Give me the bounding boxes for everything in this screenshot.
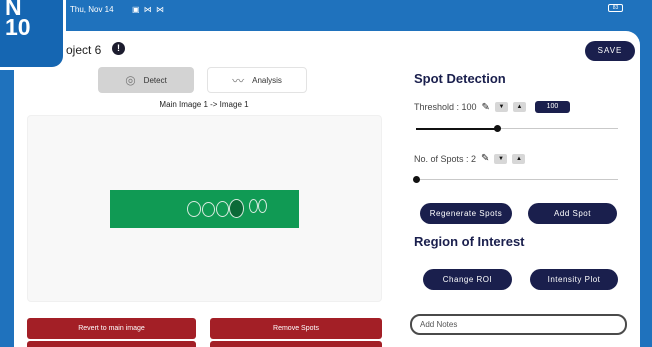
increment-button[interactable]: ▲ <box>512 102 526 112</box>
spot-marker[interactable] <box>187 201 201 217</box>
status-bar: Thu, Nov 14 ▣ ⋈ ⋈ 83 <box>0 0 652 30</box>
battery-icon: 83 <box>608 4 623 12</box>
threshold-row: Threshold : 100 ✎ ▼ ▲ 100 <box>414 101 570 113</box>
spot-marker[interactable] <box>216 201 229 217</box>
decrement-button[interactable]: ▼ <box>494 153 508 164</box>
app-screen: roject 6 ! SAVE ◎ Detect 〰 Analysis Main… <box>14 31 640 347</box>
chart-line-icon: 〰 <box>232 73 245 88</box>
threshold-slider[interactable] <box>416 125 618 132</box>
spots-row: No. of Spots : 2 ✎ ▼ ▲ <box>414 153 526 164</box>
change-roi-button[interactable]: Change ROI <box>423 269 512 290</box>
threshold-slider-fill <box>416 128 497 130</box>
badge: N 10 <box>0 0 66 70</box>
pencil-icon[interactable]: ✎ <box>482 102 490 113</box>
revert-button[interactable]: Revert to main image <box>27 318 196 339</box>
notes-input[interactable]: Add Notes <box>410 314 627 335</box>
spots-slider[interactable] <box>413 176 618 183</box>
strip-image <box>110 190 299 228</box>
badge-line-2: 10 <box>5 14 31 40</box>
image-viewer[interactable] <box>27 115 382 302</box>
spots-label: No. of Spots : 2 <box>414 153 477 164</box>
add-spot-button[interactable]: Add Spot <box>528 203 617 224</box>
threshold-label: Threshold : 100 <box>414 102 477 112</box>
lower-button-right[interactable] <box>210 341 382 347</box>
status-date: Thu, Nov 14 <box>70 5 114 14</box>
right-panel: Spot Detection Threshold : 100 ✎ ▼ ▲ 100… <box>400 31 640 347</box>
spot-marker[interactable] <box>202 202 215 217</box>
increment-button[interactable]: ▲ <box>512 153 526 164</box>
tab-analysis-label: Analysis <box>252 75 282 85</box>
tab-detect[interactable]: ◎ Detect <box>98 67 194 93</box>
decrement-button[interactable]: ▼ <box>494 102 508 112</box>
regenerate-spots-button[interactable]: Regenerate Spots <box>420 203 512 224</box>
spot-marker[interactable] <box>249 199 258 213</box>
threshold-slider-thumb[interactable] <box>493 125 501 132</box>
tab-detect-label: Detect <box>143 75 167 85</box>
remove-spots-button[interactable]: Remove Spots <box>210 318 382 339</box>
pencil-icon[interactable]: ✎ <box>481 153 489 164</box>
spot-marker[interactable] <box>229 199 244 218</box>
spot-marker[interactable] <box>258 199 267 213</box>
tab-analysis[interactable]: 〰 Analysis <box>207 67 307 93</box>
project-title: roject 6 <box>62 43 102 57</box>
lower-button-left[interactable] <box>27 341 196 347</box>
info-icon[interactable]: ! <box>112 42 125 55</box>
spots-slider-thumb[interactable] <box>413 176 420 183</box>
target-icon: ◎ <box>125 73 136 87</box>
status-icons: ▣ ⋈ ⋈ <box>132 5 166 14</box>
roi-title: Region of Interest <box>414 234 525 249</box>
image-caption: Main Image 1 -> Image 1 <box>159 100 249 109</box>
spot-detection-title: Spot Detection <box>414 71 506 86</box>
intensity-plot-button[interactable]: Intensity Plot <box>530 269 618 290</box>
threshold-value-input[interactable]: 100 <box>534 101 570 113</box>
